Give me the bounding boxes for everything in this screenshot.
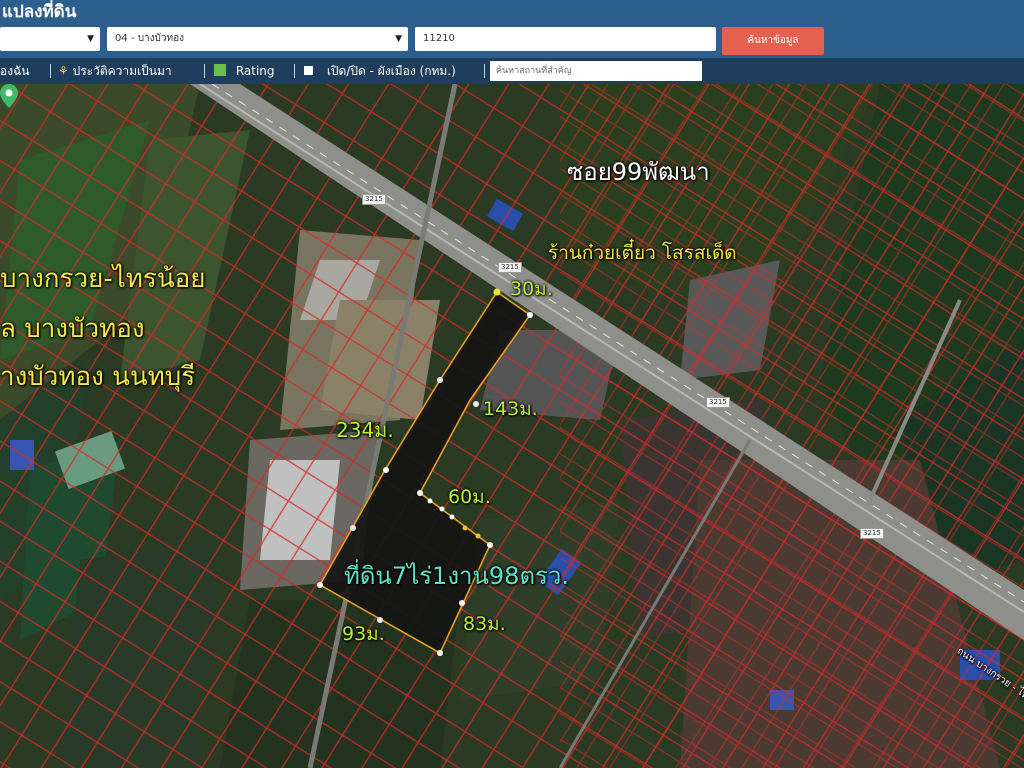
dimension-60m: 60ม. — [448, 486, 491, 508]
page-title: แปลงที่ดิน — [2, 2, 77, 22]
tab-history[interactable]: ⚘ ประวัติความเป็นมา — [58, 58, 172, 84]
tab-rating[interactable]: Rating — [214, 58, 275, 84]
toolbar-divider — [484, 64, 485, 78]
road-code-label: 3215 — [498, 262, 522, 273]
postcode-field[interactable]: 11210 — [415, 27, 716, 51]
location-pin-icon[interactable] — [0, 84, 18, 108]
tab-history-label: ประวัติความเป็นมา — [72, 64, 172, 78]
chevron-down-icon: ▼ — [87, 34, 94, 44]
province-select[interactable]: ▼ — [0, 27, 100, 51]
road-code-label: 3215 — [860, 528, 884, 539]
road-code-label: 3215 — [362, 194, 386, 205]
toolbar: องฉัน ⚘ ประวัติความเป็นมา Rating เปิด/ปิ… — [0, 58, 1024, 84]
app-root: แปลงที่ดิน ▼ 04 - บางบัวทอง ▼ 11210 ค้นห… — [0, 0, 1024, 768]
road-code-label: 3215 — [706, 397, 730, 408]
dimension-30m: 30ม. — [510, 278, 553, 300]
zoning-toggle[interactable]: เปิด/ปิด - ผังเมือง (กทม.) — [304, 58, 456, 84]
district-select-value: 04 - บางบัวทอง — [115, 33, 184, 44]
chart-icon — [214, 64, 226, 76]
toolbar-divider — [50, 64, 51, 78]
satellite-map — [0, 84, 1024, 768]
dimension-143m: 143ม. — [483, 398, 538, 420]
landmark-search-input[interactable]: ค้นหาสถานที่สำคัญ — [490, 61, 702, 81]
sprout-icon: ⚘ — [58, 64, 69, 78]
map-view[interactable]: 3215 3215 3215 3215 ถนน บางกรวย - ไท ซอย… — [0, 84, 1024, 768]
chevron-down-icon: ▼ — [395, 34, 402, 44]
toolbar-divider — [204, 64, 205, 78]
plot-area-label: ที่ดิน7ไร่1งาน98ตรว. — [344, 562, 570, 590]
district-select[interactable]: 04 - บางบัวทอง ▼ — [107, 27, 408, 51]
soi-label: ซอย99พัฒนา — [567, 158, 710, 186]
shop-label: ร้านก๋วยเตี๋ยว โสรสเด็ด — [548, 242, 737, 264]
district-label: างบัวทอง นนทบุรี — [0, 362, 196, 392]
tab-mine[interactable]: องฉัน — [0, 58, 29, 84]
zoning-toggle-label: เปิด/ปิด - ผังเมือง (กทม.) — [326, 64, 456, 78]
road-area-label: บางกรวย-ไทรน้อย — [0, 264, 206, 294]
dimension-234m: 234ม. — [336, 418, 394, 442]
search-button[interactable]: ค้นหาข้อมูล — [722, 27, 824, 55]
postcode-value: 11210 — [423, 33, 455, 44]
header-bar: แปลงที่ดิน ▼ 04 - บางบัวทอง ▼ 11210 ค้นห… — [0, 0, 1024, 58]
checkbox-icon — [304, 66, 313, 75]
tab-rating-label: Rating — [235, 64, 275, 78]
subdistrict-label: ล บางบัวทอง — [0, 314, 145, 344]
dimension-83m: 83ม. — [463, 613, 506, 635]
toolbar-divider — [294, 64, 295, 78]
dimension-93m: 93ม. — [342, 623, 385, 645]
